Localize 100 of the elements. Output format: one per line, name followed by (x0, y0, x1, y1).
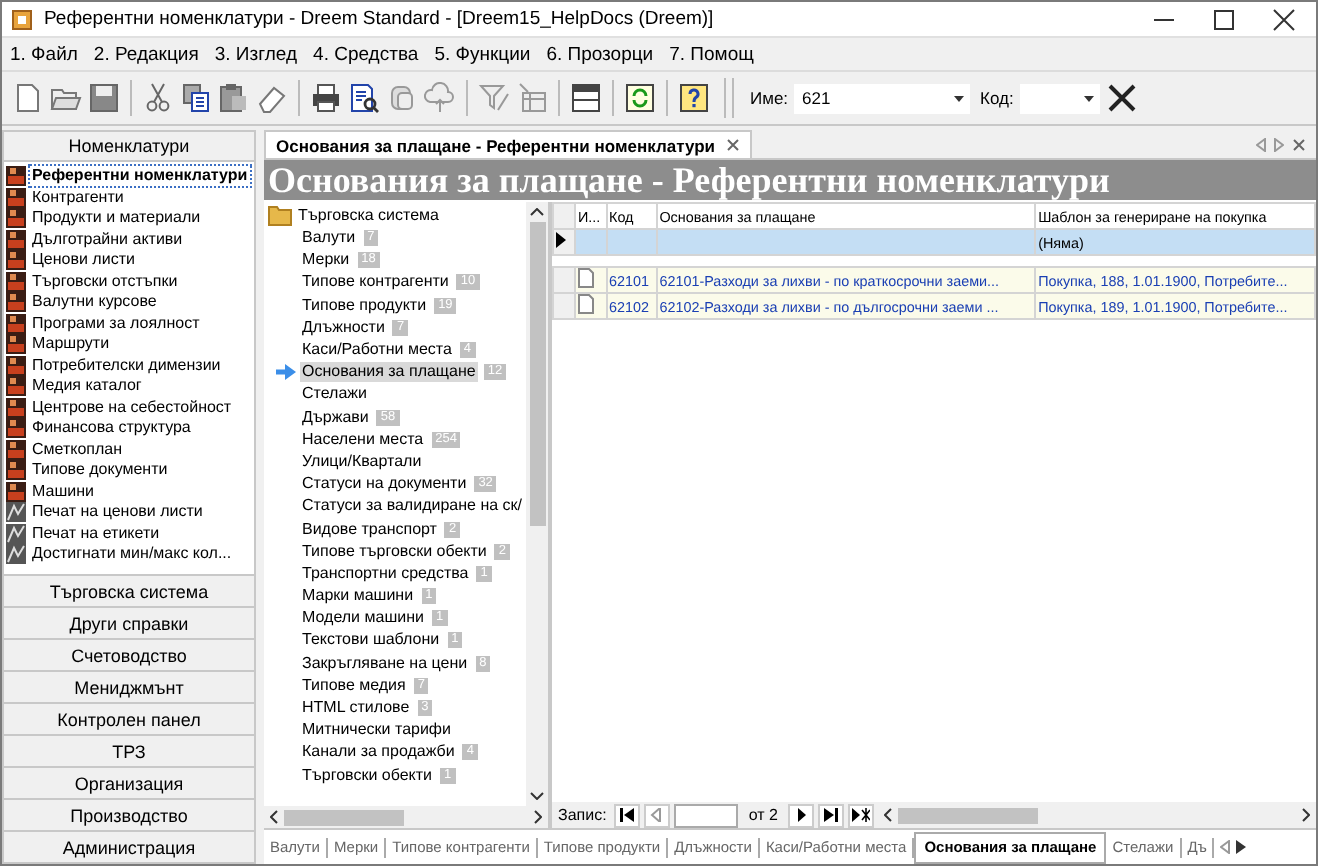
next-record-button[interactable] (787, 803, 814, 827)
tree-item[interactable]: Типове контрагенти (300, 272, 451, 293)
last-record-button[interactable] (817, 803, 844, 827)
menu-item[interactable]: 3. Изглед (214, 43, 298, 65)
tree-item[interactable]: Държави (300, 407, 371, 428)
tree-item[interactable]: Канали за продажби (300, 742, 457, 763)
list-item[interactable]: Сметкоплан (30, 439, 125, 460)
section-button[interactable]: Мениджмънт (2, 672, 256, 704)
list-item[interactable]: Финансова структура (30, 418, 193, 439)
section-button[interactable]: Администрация (2, 832, 256, 864)
code-combo-field[interactable] (1019, 83, 1100, 113)
list-item[interactable]: Медия каталог (30, 376, 144, 397)
scroll-right-icon[interactable] (1236, 840, 1247, 854)
list-item[interactable]: Маршрути (30, 334, 112, 355)
tree-item[interactable]: Модели машини (300, 608, 426, 629)
new-document-icon[interactable] (12, 82, 44, 114)
printer-icon[interactable] (310, 82, 342, 114)
scroll-up-icon[interactable] (530, 208, 544, 216)
section-button[interactable]: Други справки (2, 608, 256, 640)
copy-icon[interactable] (180, 82, 212, 114)
section-button[interactable]: Търговска система (2, 576, 256, 608)
menu-item[interactable]: 7. Помощ (669, 43, 754, 65)
chart-icon (6, 523, 26, 544)
list-item[interactable]: Контрагенти (30, 187, 126, 208)
scissors-icon[interactable] (142, 82, 174, 114)
new-record-button[interactable] (847, 803, 874, 827)
list-item[interactable]: Печат на ценови листи (30, 502, 205, 523)
vertical-scrollbar[interactable] (526, 202, 548, 806)
print-preview-icon[interactable] (348, 82, 380, 114)
list-item[interactable]: Програми за лоялност (30, 313, 202, 334)
tree-item[interactable]: Валути (300, 228, 358, 249)
clear-icon[interactable] (1105, 82, 1138, 114)
record-number-field[interactable] (674, 803, 739, 827)
tree-item[interactable]: Длъжности (300, 317, 387, 338)
list-item[interactable]: Печат на етикети (30, 523, 162, 544)
tree-item[interactable]: Марки машини (300, 586, 416, 607)
refresh-icon[interactable] (624, 82, 656, 114)
scrollbar-thumb[interactable] (529, 222, 545, 526)
tree-item[interactable]: Митнически тарифи (300, 720, 453, 741)
section-button[interactable]: Организация (2, 768, 256, 800)
tree-item[interactable]: Типове медия (300, 675, 408, 696)
last-record-icon (821, 808, 840, 822)
tree-item[interactable]: Каси/Работни места (300, 340, 454, 361)
list-item[interactable]: Ценови листи (30, 250, 137, 271)
help-icon[interactable] (678, 82, 710, 114)
dropdown-arrow-icon[interactable] (954, 95, 965, 101)
first-record-button[interactable] (614, 803, 641, 827)
eraser-icon[interactable] (256, 82, 288, 114)
section-button[interactable]: Счетоводство (2, 640, 256, 672)
tree-item[interactable]: Текстови шаблони (300, 630, 442, 651)
maximize-icon[interactable] (1212, 7, 1236, 31)
section-button[interactable]: ТРЗ (2, 736, 256, 768)
tree-item[interactable]: Типове продукти (300, 295, 429, 316)
window-icon[interactable] (570, 82, 602, 114)
name-combo-field[interactable]: 621 (794, 83, 971, 113)
tree-item[interactable]: Улици/Квартали (300, 451, 424, 472)
close-icon[interactable] (1272, 7, 1296, 31)
tree-item[interactable]: Търговски обекти (300, 765, 434, 786)
tree-item[interactable]: Статуси за валидиране на ск/ (300, 496, 525, 517)
list-item[interactable]: Продукти и материали (30, 208, 203, 229)
tree-item[interactable]: Закръгляване на цени (300, 653, 470, 674)
menu-item[interactable]: 6. Прозорци (546, 43, 654, 65)
list-item[interactable]: Референтни номенклатури (30, 166, 250, 187)
document-tab[interactable]: Основания за плащане - Референтни номенклатури (264, 130, 751, 158)
tree-item[interactable]: Видове транспорт (300, 519, 439, 540)
tree-item[interactable]: HTML стилове (300, 698, 412, 719)
list-item[interactable]: Валутни курсове (30, 292, 159, 313)
list-item[interactable]: Машини (30, 481, 96, 502)
tree-item[interactable]: Мерки (300, 250, 352, 271)
section-button[interactable]: Производство (2, 800, 256, 832)
save-icon[interactable] (88, 82, 120, 114)
tree-item[interactable]: Търговска система (298, 206, 439, 225)
menu-item[interactable]: 1. Файл (10, 43, 78, 65)
scroll-left-icon[interactable] (883, 808, 892, 822)
menu-item[interactable]: 5. Функции (434, 43, 531, 65)
list-item[interactable]: Центрове на себестойност (30, 397, 234, 418)
scroll-left-icon[interactable] (270, 810, 278, 824)
list-item[interactable]: Типове документи (30, 460, 170, 481)
tree-item[interactable]: Типове търговски обекти (300, 541, 489, 562)
paste-icon[interactable] (218, 82, 250, 114)
scroll-right-icon[interactable] (1302, 808, 1310, 822)
scroll-down-icon[interactable] (530, 792, 544, 800)
list-item[interactable]: Достигнати мин/макс кол... (30, 544, 234, 565)
list-item[interactable]: Потребителски димензии (30, 355, 223, 376)
scrollbar-thumb[interactable] (897, 807, 1038, 823)
list-item[interactable]: Дълготрайни активи (30, 229, 185, 250)
tree-item[interactable]: Населени места (300, 429, 426, 450)
close-icon[interactable] (725, 138, 739, 152)
section-button[interactable]: Контролен панел (2, 704, 256, 736)
scroll-right-icon[interactable] (534, 810, 542, 824)
scrollbar-thumb[interactable] (284, 809, 404, 825)
tree-item[interactable]: Основания за плащане (300, 362, 478, 383)
tree-item[interactable]: Стелажи (300, 384, 369, 405)
list-item[interactable]: Търговски отстъпки (30, 271, 180, 292)
tree-item[interactable]: Транспортни средства (300, 563, 471, 584)
tree-item[interactable]: Статуси на документи (300, 474, 469, 495)
horizontal-scrollbar[interactable] (264, 806, 548, 828)
menu-item[interactable]: 4. Средства (313, 43, 419, 65)
menu-item[interactable]: 2. Редакция (93, 43, 199, 65)
dropdown-arrow-icon[interactable] (1083, 95, 1094, 101)
